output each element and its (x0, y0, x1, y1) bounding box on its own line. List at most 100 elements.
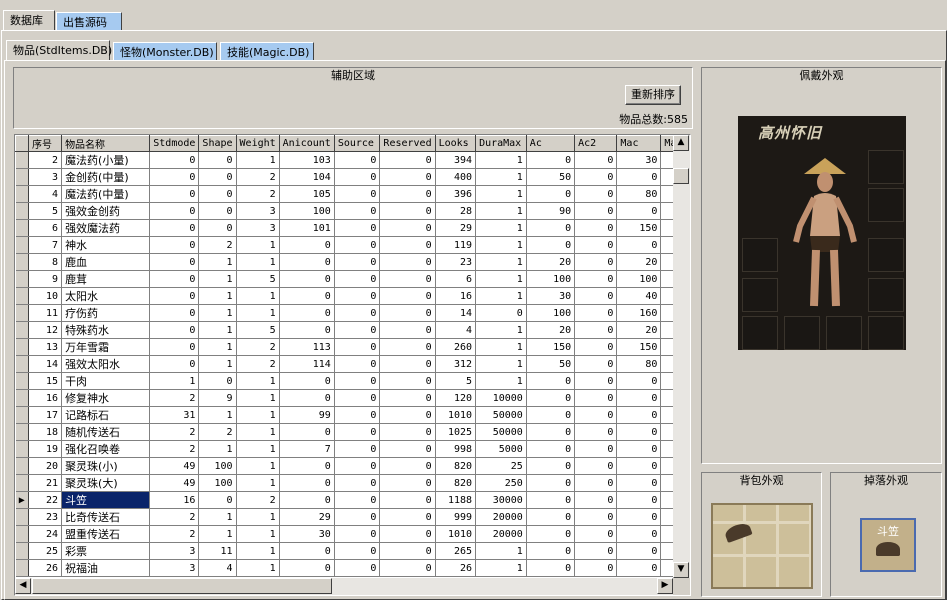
table-cell[interactable]: 2 (236, 168, 280, 186)
table-cell[interactable]: 0 (574, 389, 618, 407)
row-indicator-cell[interactable] (15, 423, 30, 441)
item-name-cell[interactable]: 彩票 (61, 542, 151, 560)
table-cell[interactable]: 0 (149, 253, 200, 271)
row-indicator-cell[interactable] (15, 236, 30, 254)
table-cell[interactable]: 150 (616, 338, 662, 356)
table-cell[interactable]: 0 (475, 304, 527, 322)
table-cell[interactable]: 0 (279, 321, 335, 339)
table-cell[interactable]: 0 (334, 457, 381, 475)
table-cell[interactable]: 49 (149, 457, 200, 475)
table-cell[interactable]: 0 (149, 287, 200, 305)
item-name-cell[interactable]: 强效太阳水 (61, 355, 151, 373)
table-cell[interactable]: 250 (475, 474, 527, 492)
table-cell[interactable]: 0 (279, 270, 335, 288)
table-cell[interactable]: 0 (574, 508, 618, 526)
table-row[interactable]: 25 彩票 3 11 1 0 0 0 265 1 0 0 0 (15, 542, 690, 560)
table-cell[interactable]: 0 (334, 219, 381, 237)
equip-slot-stone[interactable] (826, 316, 862, 350)
table-cell[interactable]: 0 (149, 321, 200, 339)
equip-slot-ring-right[interactable] (868, 278, 904, 312)
table-cell[interactable]: 0 (379, 338, 436, 356)
table-row[interactable]: 21 聚灵珠(大) 49 100 1 0 0 0 820 250 0 0 0 (15, 474, 690, 492)
table-cell[interactable]: 0 (574, 270, 618, 288)
header-indicator-cell[interactable] (15, 135, 30, 152)
table-cell[interactable]: 0 (574, 474, 618, 492)
table-cell[interactable]: 0 (526, 389, 576, 407)
table-cell[interactable]: 0 (526, 508, 576, 526)
table-cell[interactable]: 0 (526, 423, 576, 441)
table-cell[interactable]: 0 (379, 423, 436, 441)
table-cell[interactable]: 1025 (435, 423, 477, 441)
table-cell[interactable]: 2 (149, 440, 200, 458)
table-row[interactable]: 24 盟重传送石 2 1 1 30 0 0 1010 20000 0 0 0 (15, 525, 690, 543)
table-cell[interactable]: 0 (526, 236, 576, 254)
table-cell[interactable]: 0 (574, 321, 618, 339)
table-cell[interactable]: 50000 (475, 406, 527, 424)
table-cell[interactable]: 1 (236, 542, 280, 560)
table-cell[interactable]: 30 (616, 151, 662, 169)
table-cell[interactable]: 0 (149, 151, 200, 169)
table-cell[interactable]: 0 (279, 253, 335, 271)
table-row[interactable]: 12 特殊药水 0 1 5 0 0 0 4 1 20 0 20 (15, 321, 690, 339)
table-cell[interactable]: 1 (236, 253, 280, 271)
table-cell[interactable]: 0 (379, 185, 436, 203)
row-index-cell[interactable]: 18 (28, 423, 63, 441)
table-cell[interactable]: 0 (526, 372, 576, 390)
table-row[interactable]: 20 聚灵珠(小) 49 100 1 0 0 0 820 25 0 0 0 (15, 457, 690, 475)
table-cell[interactable]: 0 (574, 406, 618, 424)
table-cell[interactable]: 1 (475, 542, 527, 560)
table-cell[interactable]: 1 (236, 304, 280, 322)
table-cell[interactable]: 1 (475, 372, 527, 390)
item-name-cell[interactable]: 记路标石 (61, 406, 151, 424)
table-cell[interactable]: 80 (616, 185, 662, 203)
table-cell[interactable]: 16 (149, 491, 200, 509)
table-cell[interactable]: 2 (149, 508, 200, 526)
row-index-cell[interactable]: 26 (28, 559, 63, 577)
tab-stditems[interactable]: 物品(StdItems.DB) (6, 40, 112, 60)
item-name-cell[interactable]: 万年雪霜 (61, 338, 151, 356)
equip-slot-charm[interactable] (868, 316, 904, 350)
table-cell[interactable]: 20 (526, 321, 576, 339)
table-cell[interactable]: 1 (198, 270, 237, 288)
table-cell[interactable]: 0 (279, 474, 335, 492)
table-cell[interactable]: 1 (198, 355, 237, 373)
table-cell[interactable]: 16 (435, 287, 477, 305)
table-cell[interactable]: 0 (379, 202, 436, 220)
table-cell[interactable]: 0 (574, 253, 618, 271)
table-cell[interactable]: 26 (435, 559, 477, 577)
table-cell[interactable]: 0 (149, 202, 200, 220)
table-cell[interactable]: 1010 (435, 525, 477, 543)
table-cell[interactable]: 31 (149, 406, 200, 424)
column-header[interactable]: Source (333, 135, 381, 152)
row-indicator-cell[interactable] (15, 253, 30, 271)
item-name-cell[interactable]: 强效金创药 (61, 202, 151, 220)
table-cell[interactable]: 0 (379, 219, 436, 237)
row-index-cell[interactable]: 11 (28, 304, 63, 322)
equip-slot-necklace[interactable] (868, 150, 904, 184)
table-cell[interactable]: 0 (574, 219, 618, 237)
table-cell[interactable]: 0 (379, 321, 436, 339)
table-cell[interactable]: 0 (279, 491, 335, 509)
table-cell[interactable]: 2 (236, 355, 280, 373)
table-cell[interactable]: 1010 (435, 406, 477, 424)
table-cell[interactable]: 50 (526, 355, 576, 373)
table-cell[interactable]: 0 (279, 559, 335, 577)
table-cell[interactable]: 25 (475, 457, 527, 475)
row-index-cell[interactable]: 7 (28, 236, 63, 254)
table-cell[interactable]: 0 (379, 372, 436, 390)
item-name-cell[interactable]: 疗伤药 (61, 304, 151, 322)
table-row[interactable]: 26 祝福油 3 4 1 0 0 0 26 1 0 0 0 (15, 559, 690, 577)
scroll-up-arrow-icon[interactable]: ▲ (673, 135, 689, 151)
row-index-cell[interactable]: 25 (28, 542, 63, 560)
table-cell[interactable]: 100 (279, 202, 335, 220)
table-cell[interactable]: 1 (236, 372, 280, 390)
item-name-cell[interactable]: 斗笠 (61, 491, 151, 509)
table-cell[interactable]: 0 (334, 372, 381, 390)
table-cell[interactable]: 120 (435, 389, 477, 407)
table-cell[interactable]: 0 (279, 236, 335, 254)
table-cell[interactable]: 0 (334, 185, 381, 203)
row-indicator-cell[interactable] (15, 270, 30, 288)
table-cell[interactable]: 1 (236, 151, 280, 169)
table-cell[interactable]: 0 (616, 508, 662, 526)
table-cell[interactable]: 0 (334, 287, 381, 305)
